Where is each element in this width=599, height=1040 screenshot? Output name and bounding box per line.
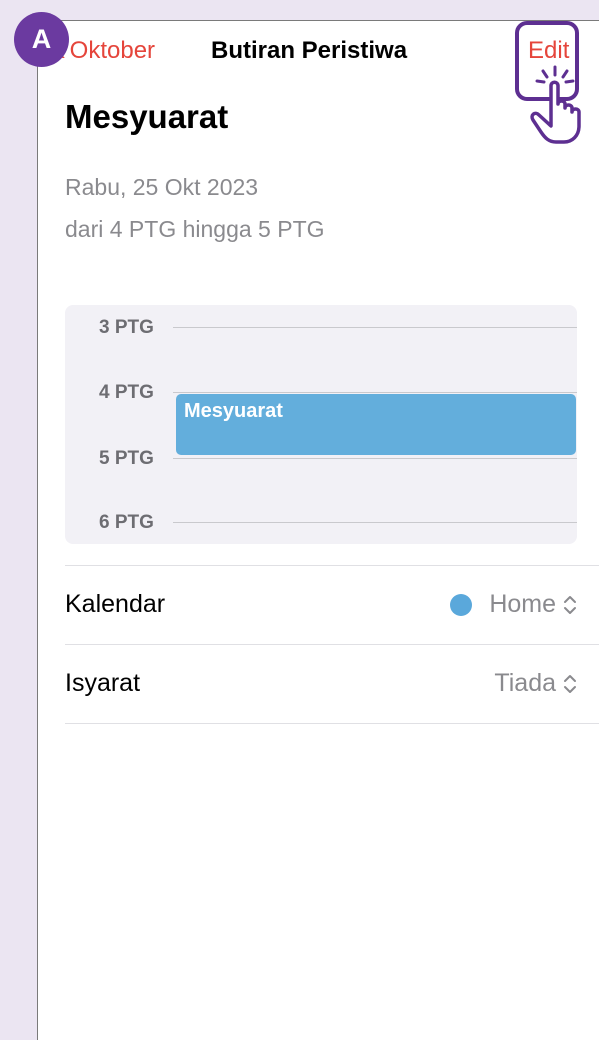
hour-label: 5 PTG (99, 448, 154, 469)
alert-selector[interactable]: Tiada (494, 669, 578, 698)
day-timeline: 3 PTG 4 PTG 5 PTG 6 PTG Mesyuarat (65, 305, 577, 544)
alert-row[interactable]: Isyarat Tiada (65, 644, 599, 723)
back-label: Oktober (69, 37, 156, 64)
hour-line (173, 392, 577, 393)
calendar-color-dot (450, 593, 473, 616)
step-badge: A (14, 12, 69, 67)
calendar-row[interactable]: Kalendar Home (65, 565, 599, 644)
event-block[interactable]: Mesyuarat (176, 394, 576, 455)
page-title: Butiran Peristiwa (211, 37, 408, 64)
hour-label: 4 PTG (99, 382, 154, 403)
hour-line (173, 327, 577, 328)
divider (65, 723, 599, 724)
event-date: Rabu, 25 Okt 2023 (65, 174, 259, 200)
chevron-updown-icon (564, 674, 576, 693)
calendar-label: Kalendar (65, 590, 166, 618)
hour-label: 3 PTG (99, 317, 154, 338)
event-title: Mesyuarat (65, 98, 229, 135)
tap-hand-icon (530, 65, 581, 144)
calendar-value: Home (489, 590, 556, 618)
alert-value: Tiada (494, 669, 556, 697)
hour-line (173, 522, 577, 523)
back-button[interactable]: ‹ Oktober (57, 34, 155, 68)
event-time: dari 4 PTG hingga 5 PTG (65, 216, 325, 242)
calendar-selector[interactable]: Home (450, 590, 578, 619)
chevron-updown-icon (564, 595, 576, 614)
alert-label: Isyarat (65, 669, 141, 697)
hour-label: 6 PTG (99, 512, 154, 533)
hour-line (173, 458, 577, 459)
